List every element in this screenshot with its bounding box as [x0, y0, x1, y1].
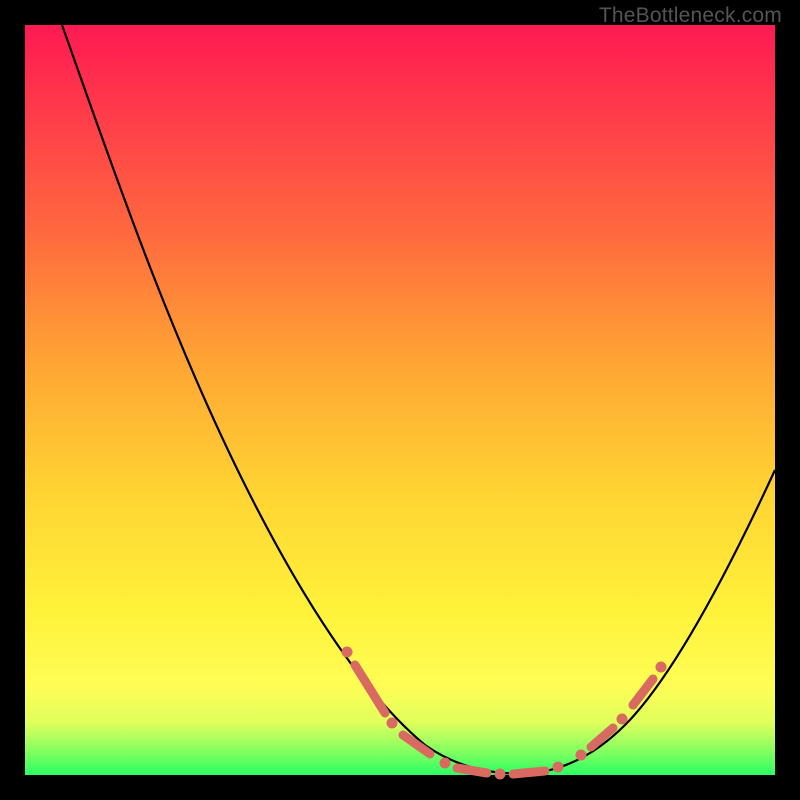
marker-trough-seg-2: [513, 771, 545, 774]
marker-right-dot-2: [617, 714, 628, 725]
bottleneck-curve: [62, 25, 775, 774]
marker-left-dot-1: [342, 647, 353, 658]
marker-left-seg-1: [355, 665, 385, 713]
marker-left-dot-2: [387, 718, 398, 729]
marker-trough-dot-1: [440, 758, 451, 769]
marker-right-dot-3: [656, 662, 667, 673]
marker-right-dot-1: [576, 750, 587, 761]
marker-right-seg-2: [633, 679, 653, 705]
marker-trough-dot-3: [553, 762, 564, 773]
marker-trough-seg-1: [457, 768, 487, 773]
marker-trough-dot-2: [495, 769, 506, 780]
chart-svg: [25, 25, 775, 775]
